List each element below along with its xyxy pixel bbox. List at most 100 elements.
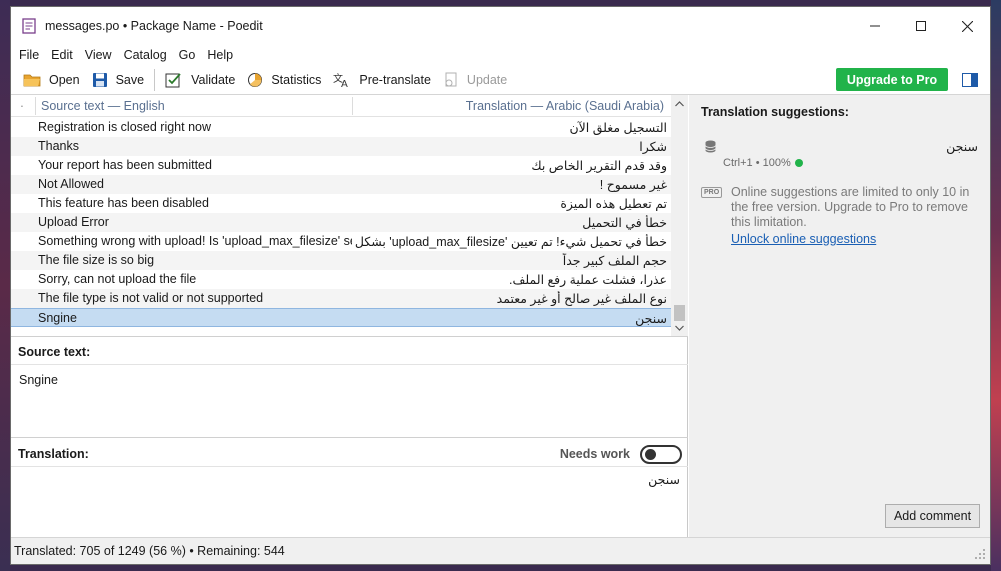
row-source: Sngine: [38, 311, 77, 325]
close-button[interactable]: [944, 7, 990, 45]
menu-view[interactable]: View: [79, 48, 118, 62]
pretranslate-label: Pre-translate: [359, 73, 431, 87]
poedit-window: messages.po • Package Name - Poedit File…: [10, 6, 991, 565]
save-button[interactable]: Save: [86, 67, 151, 93]
main-content: · Source text — English Translation — Ar…: [11, 94, 990, 539]
suggestions-title: Translation suggestions:: [701, 105, 849, 119]
list-row[interactable]: The file size is so big حجم الملف كبير ج…: [11, 251, 671, 270]
scroll-up-icon[interactable]: [675, 101, 684, 107]
toggle-knob: [645, 449, 656, 460]
update-label: Update: [466, 73, 508, 87]
statistics-button[interactable]: Statistics: [241, 67, 327, 93]
floppy-disk-icon: [92, 73, 107, 87]
suggestion-shortcut: Ctrl+1 • 100%: [723, 157, 791, 169]
scrollbar-thumb[interactable]: [674, 305, 685, 321]
minimize-button[interactable]: [852, 7, 898, 45]
list-scrollbar[interactable]: [671, 95, 688, 336]
suggestion-meta: Ctrl+1 • 100%: [723, 157, 803, 169]
menu-help[interactable]: Help: [201, 48, 239, 62]
row-source: This feature has been disabled: [38, 196, 209, 210]
row-source: Thanks: [38, 139, 79, 153]
svg-text:A: A: [341, 79, 348, 88]
list-row[interactable]: Thanks شكرا: [11, 137, 671, 156]
pro-badge-icon: PRO: [701, 187, 723, 198]
validate-button[interactable]: Validate: [159, 67, 241, 93]
checkbox-check-icon: [165, 73, 181, 88]
list-row[interactable]: Something wrong with upload! Is 'upload_…: [11, 232, 671, 251]
resize-grip-icon[interactable]: [974, 548, 986, 560]
source-text-panel: Source text: Sngine: [11, 338, 688, 438]
row-source: Sorry, can not upload the file: [38, 272, 197, 286]
row-translation: نوع الملف غير صالح أو غير معتمد: [496, 292, 667, 306]
suggestion-text[interactable]: سنجن: [946, 139, 978, 154]
divider: [11, 466, 688, 467]
translation-progress-status: Translated: 705 of 1249 (56 %) • Remaini…: [14, 544, 285, 558]
maximize-button[interactable]: [898, 7, 944, 45]
list-row[interactable]: This feature has been disabled تم تعطيل …: [11, 194, 671, 213]
window-title: messages.po • Package Name - Poedit: [45, 19, 263, 33]
row-source: The file size is so big: [38, 253, 155, 267]
toolbar-separator: [154, 69, 156, 91]
row-translation: حجم الملف كبير جداً: [562, 254, 667, 268]
menu-bar: File Edit View Catalog Go Help: [11, 45, 990, 65]
row-translation: خطأ في تحميل شيء! تم تعيين 'upload_max_f…: [353, 235, 667, 249]
source-text-label: Source text:: [18, 345, 91, 359]
source-text-content: Sngine: [19, 373, 58, 387]
list-rows: Registration is closed right now التسجيل…: [11, 118, 671, 327]
list-row[interactable]: Your report has been submitted وقد قدم ا…: [11, 156, 671, 175]
menu-edit[interactable]: Edit: [45, 48, 79, 62]
desktop-background-right: [991, 0, 1001, 571]
divider: [11, 364, 688, 365]
menu-file[interactable]: File: [13, 48, 45, 62]
desktop-background-left: [0, 0, 10, 571]
list-row[interactable]: Sorry, can not upload the file عذرا، فشل…: [11, 270, 671, 289]
row-source: Not Allowed: [38, 177, 105, 191]
needs-work-toggle[interactable]: [640, 445, 682, 464]
minimize-icon: [870, 25, 880, 27]
row-translation: تم تعطيل هذه الميزة: [560, 197, 667, 211]
column-divider: [352, 97, 353, 115]
translation-list[interactable]: · Source text — English Translation — Ar…: [11, 95, 688, 337]
row-translation: التسجيل مغلق الآن: [569, 121, 667, 135]
menu-catalog[interactable]: Catalog: [118, 48, 173, 62]
add-comment-button[interactable]: Add comment: [885, 504, 980, 528]
row-translation: سنجن: [635, 312, 667, 326]
list-row[interactable]: Not Allowed غير مسموح !: [11, 175, 671, 194]
database-icon: [705, 140, 716, 153]
row-source: Upload Error: [38, 215, 109, 229]
pretranslate-button[interactable]: 文 A Pre-translate: [327, 67, 437, 93]
column-divider: [35, 97, 36, 115]
open-label: Open: [49, 73, 80, 87]
status-bar: Translated: 705 of 1249 (56 %) • Remaini…: [11, 537, 990, 564]
row-source: Something wrong with upload! Is 'upload_…: [38, 234, 352, 248]
unlock-online-suggestions-link[interactable]: Unlock online suggestions: [731, 232, 876, 246]
list-row[interactable]: Upload Error خطأ في التحميل: [11, 213, 671, 232]
row-translation: وقد قدم التقرير الخاص بك: [531, 159, 667, 173]
update-button[interactable]: Update: [437, 67, 513, 93]
scroll-down-icon[interactable]: [675, 325, 684, 331]
sidebar-toggle-icon[interactable]: [962, 73, 978, 87]
list-row[interactable]: The file type is not valid or not suppor…: [11, 289, 671, 308]
translation-panel: Translation: Needs work سنجن: [11, 439, 688, 539]
validate-label: Validate: [191, 73, 236, 87]
row-translation: شكرا: [639, 140, 667, 154]
match-status-icon: [794, 159, 803, 167]
source-column-header[interactable]: Source text — English: [41, 99, 165, 113]
row-translation: خطأ في التحميل: [582, 216, 667, 230]
save-label: Save: [115, 73, 145, 87]
translation-input[interactable]: سنجن: [648, 472, 680, 487]
list-row[interactable]: Registration is closed right now التسجيل…: [11, 118, 671, 137]
translate-icon: 文 A: [333, 72, 348, 88]
translation-label: Translation:: [18, 447, 89, 461]
row-translation: غير مسموح !: [599, 178, 667, 192]
upgrade-to-pro-button[interactable]: Upgrade to Pro: [836, 68, 948, 91]
row-source: Your report has been submitted: [38, 158, 212, 172]
update-document-icon: [445, 72, 457, 87]
menu-go[interactable]: Go: [173, 48, 202, 62]
toolbar: Open Save Validate Statistics 文 A Pre-tr…: [11, 65, 990, 95]
pro-limit-notice: Online suggestions are limited to only 1…: [731, 185, 970, 229]
needs-work-label: Needs work: [559, 447, 630, 461]
list-row-selected[interactable]: Sngine سنجن: [11, 308, 671, 327]
open-button[interactable]: Open: [17, 67, 86, 93]
translation-column-header[interactable]: Translation — Arabic (Saudi Arabia): [466, 99, 664, 113]
